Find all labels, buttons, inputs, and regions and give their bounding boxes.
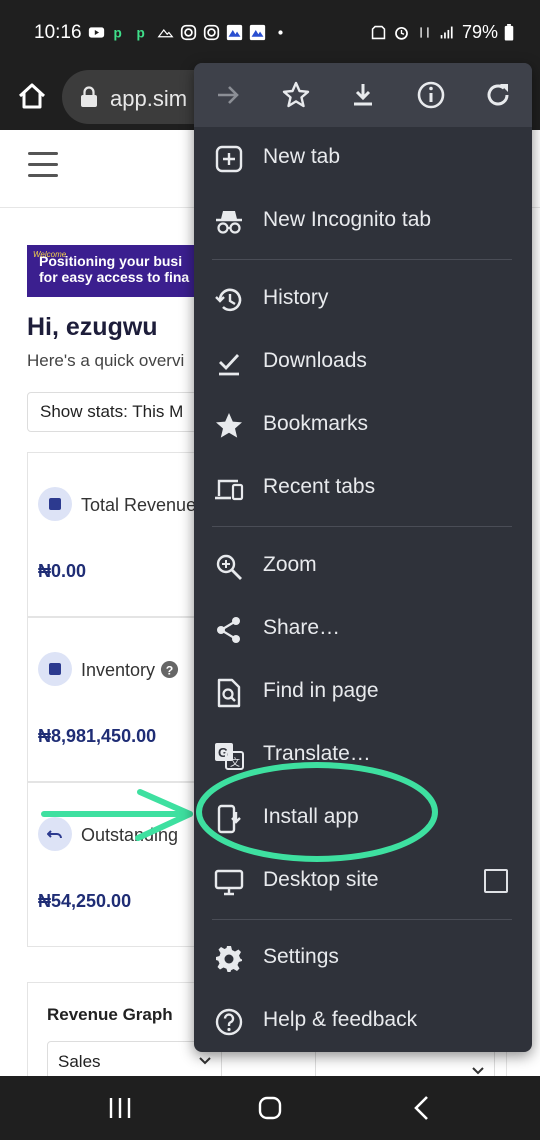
menu-item-label: Zoom <box>263 553 317 576</box>
svg-text:p: p <box>137 26 145 41</box>
menu-item-help-feedback[interactable]: Help & feedback <box>194 990 532 1053</box>
menu-item-new-incognito-tab[interactable]: New Incognito tab <box>194 190 532 253</box>
bookmark-star-icon[interactable] <box>280 79 312 111</box>
alarm-icon <box>395 26 408 40</box>
save-data-icon <box>371 25 386 40</box>
menu-divider <box>212 919 512 920</box>
signal-icon <box>440 26 453 39</box>
inventory-icon <box>38 652 72 686</box>
annotation-highlight-ellipse <box>196 762 438 862</box>
status-time: 10:16 <box>34 22 82 43</box>
status-bar: 10:16 p p 79% <box>0 0 540 64</box>
zoom-icon <box>214 552 244 582</box>
menu-item-label: Share… <box>263 616 341 639</box>
desktop-icon <box>214 867 244 897</box>
new-tab-icon <box>214 144 244 174</box>
home-nav-icon[interactable] <box>256 1094 284 1122</box>
menu-item-share[interactable]: Share… <box>194 598 532 661</box>
card-value: ₦8,981,450.00 <box>38 726 157 746</box>
menu-item-label: Downloads <box>263 349 367 372</box>
card-value: ₦54,250.00 <box>38 891 132 911</box>
system-nav-bar <box>0 1076 540 1140</box>
p-app-icon: p <box>114 26 122 41</box>
youtube-icon <box>88 27 105 38</box>
devices-icon <box>214 474 244 504</box>
hamburger-menu-icon[interactable] <box>28 152 58 182</box>
menu-item-label: Settings <box>263 945 339 968</box>
lock-icon <box>81 86 97 107</box>
menu-item-label: Help & feedback <box>263 1008 418 1031</box>
menu-divider <box>212 526 512 527</box>
overview-text: Here's a quick overvi <box>27 351 185 370</box>
forward-arrow-icon[interactable] <box>212 79 244 111</box>
browser-overflow-menu: New tab New Incognito tab History Downlo… <box>194 63 532 1052</box>
menu-item-zoom[interactable]: Zoom <box>194 535 532 598</box>
star-icon <box>214 411 244 441</box>
notification-icons: p p <box>88 24 289 41</box>
card-title: Inventory ? <box>81 660 179 681</box>
menu-item-bookmarks[interactable]: Bookmarks <box>194 394 532 457</box>
chevron-down-icon <box>472 1067 484 1075</box>
desktop-site-checkbox[interactable] <box>484 869 508 893</box>
menu-item-label: Bookmarks <box>263 412 369 435</box>
instagram-icon <box>180 24 197 41</box>
menu-item-settings[interactable]: Settings <box>194 927 532 990</box>
system-status: 79% <box>370 22 514 43</box>
menu-action-row <box>194 63 532 127</box>
card-title-text: Inventory <box>81 660 156 680</box>
banner-line-2: for easy access to fina <box>39 269 190 285</box>
menu-item-history[interactable]: History <box>194 268 532 331</box>
download-icon[interactable] <box>347 79 379 111</box>
more-dot-icon <box>278 30 283 35</box>
svg-text:?: ? <box>166 663 174 677</box>
incognito-icon <box>214 207 244 237</box>
battery-icon <box>504 24 514 41</box>
lte-icon <box>420 27 429 38</box>
menu-divider <box>212 259 512 260</box>
app-icon-2 <box>249 24 266 41</box>
card-value: ₦0.00 <box>38 561 87 581</box>
help-icon <box>214 1007 244 1037</box>
banner-tag: Welcome <box>33 250 67 259</box>
gear-icon <box>214 944 244 974</box>
share-icon <box>214 615 244 645</box>
menu-item-label: New Incognito tab <box>263 208 432 231</box>
back-icon[interactable] <box>408 1094 436 1122</box>
menu-item-downloads[interactable]: Downloads <box>194 331 532 394</box>
history-icon <box>214 285 244 315</box>
downloads-icon <box>214 348 244 378</box>
menu-item-find-in-page[interactable]: Find in page <box>194 661 532 724</box>
p-app-icon-2: p <box>137 26 145 41</box>
card-title: Total Revenue <box>81 495 197 515</box>
greeting-heading: Hi, ezugwu <box>27 313 158 341</box>
mountain-icon <box>157 28 174 38</box>
recent-apps-icon[interactable] <box>106 1094 134 1122</box>
chevron-down-icon <box>199 1057 211 1065</box>
graph-title: Revenue Graph <box>47 1005 173 1024</box>
menu-item-label: Recent tabs <box>263 475 376 498</box>
annotation-arrow <box>41 789 193 841</box>
menu-item-recent-tabs[interactable]: Recent tabs <box>194 457 532 520</box>
instagram-icon-2 <box>203 24 220 41</box>
app-icon <box>226 24 243 41</box>
graph-select-value: Sales <box>58 1052 101 1071</box>
svg-text:p: p <box>114 26 122 41</box>
menu-item-label: Desktop site <box>263 868 379 891</box>
menu-item-label: New tab <box>263 145 341 168</box>
info-icon[interactable] <box>415 79 447 111</box>
revenue-icon <box>38 487 72 521</box>
battery-percent: 79% <box>461 22 498 42</box>
menu-item-label: Find in page <box>263 679 379 702</box>
reload-icon[interactable] <box>482 79 514 111</box>
find-icon <box>214 678 244 708</box>
help-circle-icon[interactable]: ? <box>160 660 179 679</box>
url-text: app.sim <box>110 86 188 111</box>
menu-item-new-tab[interactable]: New tab <box>194 127 532 190</box>
home-icon[interactable] <box>14 78 50 114</box>
menu-item-label: History <box>263 286 329 309</box>
